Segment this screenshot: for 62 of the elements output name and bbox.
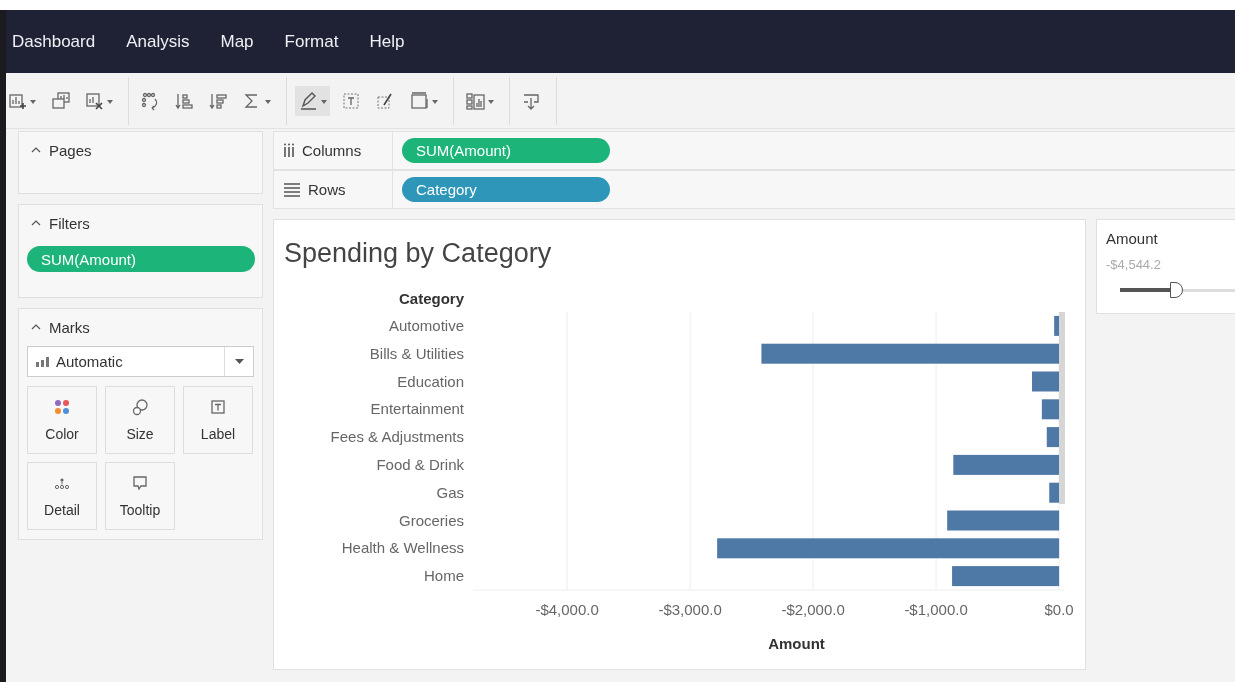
category-label: Bills & Utilities [369,344,464,362]
category-label: Home [424,567,464,585]
tick-label: -$3,000.0 [658,601,722,618]
menu-item[interactable]: Map [220,31,254,52]
menu-item[interactable]: Dashboard [12,31,96,52]
range-value: -$4,544.2 [1106,257,1162,272]
swap-icon[interactable] [140,90,160,111]
caret-icon[interactable] [234,359,244,364]
category-label: Food & Drink [376,455,464,473]
mark-type-dropdown[interactable]: Automatic [27,346,254,377]
collapse-icon[interactable] [31,220,41,226]
caret-icon[interactable] [107,99,113,104]
mark-card-button[interactable]: Tooltip [105,462,175,530]
axis-title: Category [398,290,464,307]
caret-icon[interactable] [265,99,271,104]
menu-item[interactable]: Format [284,31,339,52]
collapse-icon[interactable] [31,324,41,330]
shelf-label: Columns [302,142,362,159]
size-icon [131,398,149,416]
pen-icon[interactable] [298,90,318,111]
category-label: Education [397,372,464,390]
axis-title: Amount [768,635,825,652]
category-label: Groceries [398,511,464,529]
category-label: Automotive [388,316,464,334]
menu-item[interactable]: Analysis [126,31,190,52]
panel-title: Pages [49,141,92,159]
mark-card-button[interactable]: Detail [27,462,97,530]
slider-handle[interactable] [1169,282,1183,298]
tick-label: $0.0 [1044,601,1074,618]
tick-label: -$1,000.0 [904,601,968,618]
mark-card-button[interactable]: Label [183,386,253,454]
tick-label: -$4,000.0 [535,601,599,618]
mark-card-button[interactable]: Color [27,386,97,454]
frame-icon[interactable] [409,90,429,111]
rows-icon [284,182,300,197]
category-label: Health & Wellness [341,539,464,557]
caret-icon[interactable] [488,99,494,104]
category-label: Gas [436,483,464,501]
filter-title: Amount [1106,230,1159,247]
columns-icon [284,143,294,158]
menu-item[interactable]: Help [369,31,405,52]
color-icon [53,398,71,416]
panel-title: Filters [49,214,90,232]
chart-clear-icon[interactable] [84,90,104,111]
chart-title: Spending by Category [283,237,553,270]
category-label: Entertainment [370,400,464,418]
collapse-icon[interactable] [31,147,41,153]
caret-icon[interactable] [30,99,36,104]
text-icon[interactable] [341,90,361,111]
show-me-icon[interactable] [465,90,485,111]
tick-label: -$2,000.0 [781,601,845,618]
chart-duplicate-icon[interactable] [50,90,70,111]
category-label: Fees & Adjustments [330,428,464,446]
speech-bubble-icon [131,474,149,492]
scrollbar[interactable] [1059,312,1065,504]
text-icon [209,398,227,416]
mark-card-button[interactable]: Size [105,386,175,454]
caret-icon[interactable] [321,99,327,104]
panel-title: Marks [49,318,90,336]
bar-chart-icon [36,356,50,367]
shelf-label: Rows [308,181,346,198]
caret-icon[interactable] [432,99,438,104]
